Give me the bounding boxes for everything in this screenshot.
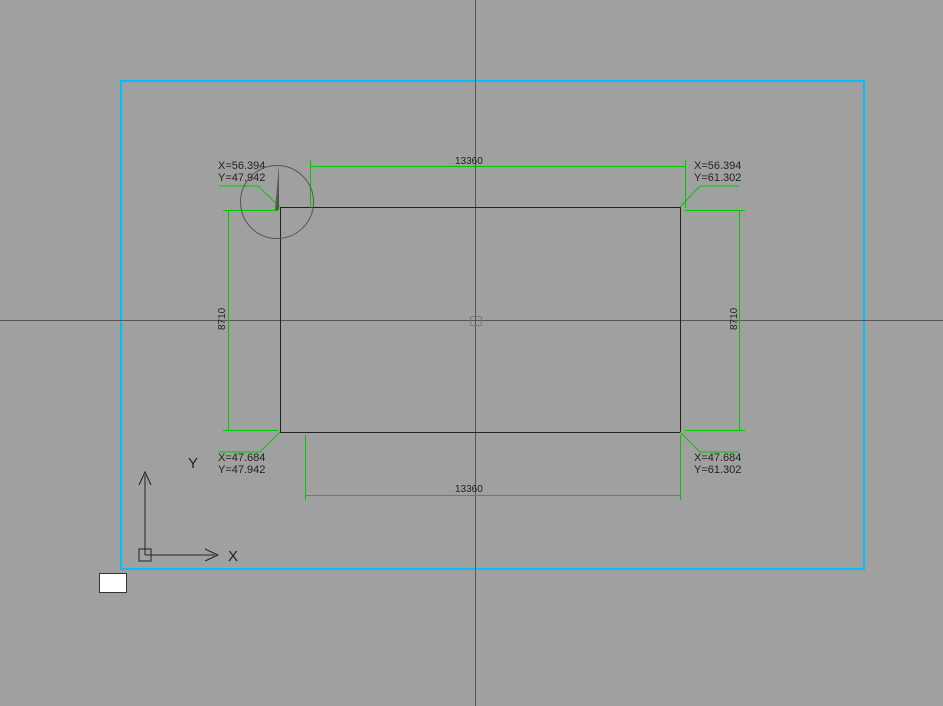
rect-right (680, 207, 681, 432)
coord-br-y: Y=61.302 (694, 464, 741, 476)
dim-top-line (310, 166, 685, 167)
ucs-x-label: X (228, 548, 238, 565)
rect-top (280, 207, 680, 208)
rect-bottom (280, 432, 680, 433)
dim-left-line (228, 210, 229, 430)
ucs-icon (130, 440, 240, 565)
coord-tr-x: X=56.394 (694, 160, 741, 172)
view-indicator-arrow-icon (275, 165, 279, 210)
coord-tr-y: Y=61.302 (694, 172, 741, 184)
dim-left-ext-bottom (223, 430, 278, 431)
coord-br-x: X=47.684 (694, 452, 741, 464)
dim-right-ext-top (685, 210, 745, 211)
paperspace-icon (99, 573, 127, 593)
dim-bottom-line (305, 495, 680, 496)
coord-tr: X=56.394 Y=61.302 (694, 160, 741, 184)
dim-top-ext-right (685, 160, 686, 208)
ucs-y-label: Y (188, 455, 198, 472)
dim-bottom-label: 13360 (455, 484, 483, 495)
crosshair-vertical (475, 0, 476, 706)
coord-br: X=47.684 Y=61.302 (694, 452, 741, 476)
dim-bottom-ext-right (680, 435, 681, 500)
dim-left-label: 8710 (217, 308, 228, 330)
dim-bottom-ext-left (305, 435, 306, 500)
dim-right-label: 8710 (729, 308, 740, 330)
rect-left (280, 207, 281, 432)
dim-right-ext-bottom (685, 430, 745, 431)
crosshair-center-icon (470, 316, 482, 326)
dim-top-label: 13360 (455, 156, 483, 167)
